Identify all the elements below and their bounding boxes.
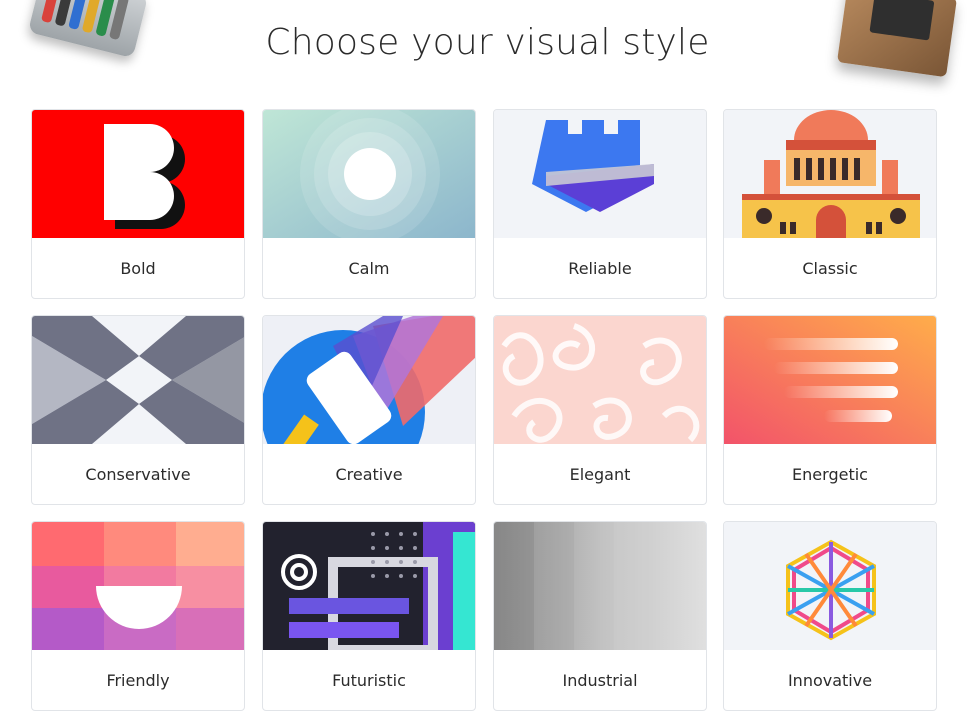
bold-style-image [32,110,244,238]
style-label: Classic [802,259,858,278]
style-label: Futuristic [332,671,406,690]
style-label: Creative [335,465,403,484]
style-card-calm[interactable]: Calm [262,109,476,299]
style-label: Innovative [787,671,873,690]
elegant-style-image [494,316,706,444]
page-title: Choose your visual style [265,22,710,63]
friendly-style-image [32,522,244,650]
creative-style-image [263,316,475,444]
calm-style-image [263,110,475,238]
futuristic-style-image [263,522,475,650]
innovative-style-image [724,522,936,650]
style-card-industrial[interactable]: Industrial [493,521,707,711]
style-label: Elegant [569,465,631,484]
style-label: Industrial [562,671,638,690]
style-card-bold[interactable]: Bold [31,109,245,299]
style-label: Reliable [568,259,632,278]
style-card-classic[interactable]: Classic [723,109,937,299]
style-card-reliable[interactable]: Reliable [493,109,707,299]
style-card-futuristic[interactable]: Futuristic [262,521,476,711]
style-card-conservative[interactable]: Conservative [31,315,245,505]
style-card-friendly[interactable]: Friendly [31,521,245,711]
style-label: Calm [348,259,390,278]
style-card-innovative[interactable]: Innovative [723,521,937,711]
style-card-energetic[interactable]: Energetic [723,315,937,505]
style-label: Energetic [792,465,868,484]
style-label: Bold [120,259,156,278]
style-card-creative[interactable]: Creative [262,315,476,505]
industrial-style-image [494,522,706,650]
style-card-elegant[interactable]: Elegant [493,315,707,505]
reliable-style-image [494,110,706,238]
conservative-style-image [32,316,244,444]
energetic-style-image [724,316,936,444]
classic-style-image [724,110,936,238]
style-label: Conservative [85,465,191,484]
style-label: Friendly [106,671,170,690]
